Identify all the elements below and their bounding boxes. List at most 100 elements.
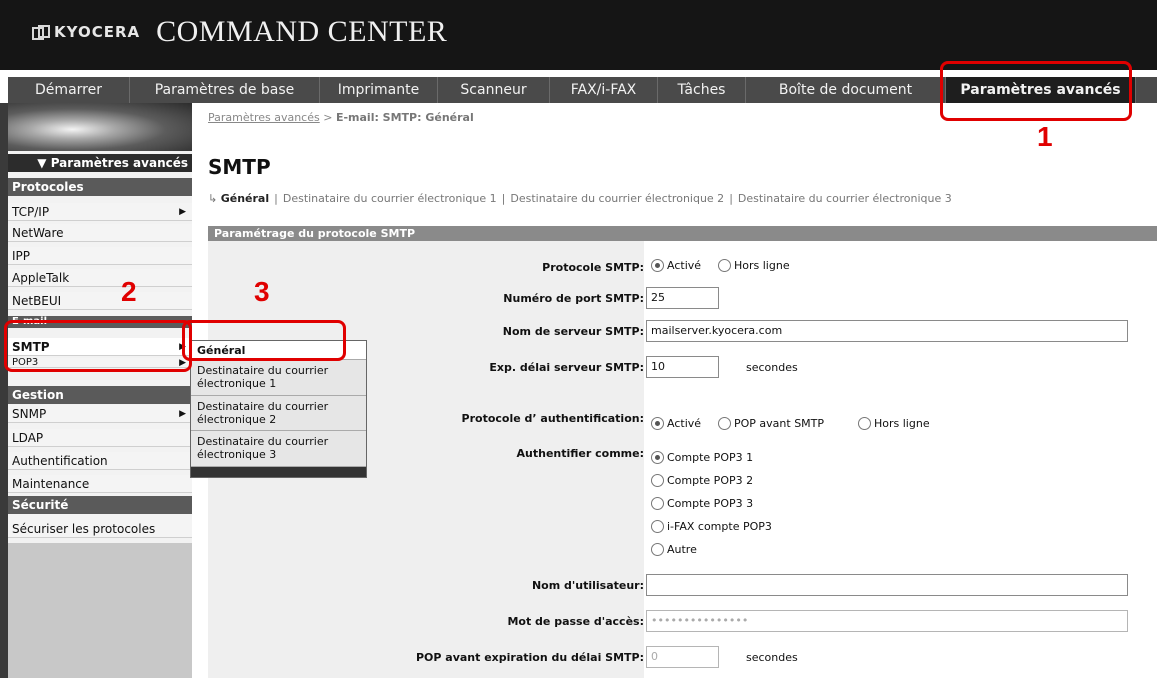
sidebar-item-maintenance[interactable]: Maintenance: [8, 475, 192, 493]
radio-unselected-icon: [718, 259, 731, 272]
radio-selected-icon: [651, 417, 664, 430]
radio-label: Activé: [667, 417, 702, 430]
auth-protocol-pop-before-smtp-radio[interactable]: POP avant SMTP: [718, 417, 824, 430]
radio-label: POP avant SMTP: [734, 417, 825, 430]
tab-fax-ifax[interactable]: FAX/i-FAX: [550, 77, 658, 103]
sidebar-item-label: TCP/IP: [12, 205, 50, 219]
breadcrumb-link[interactable]: Paramètres avancés: [208, 111, 320, 124]
breadcrumb-current: E-mail: SMTP: Général: [335, 111, 474, 124]
section-header: Paramétrage du protocole SMTP: [208, 226, 1157, 241]
tab-boite-de-document[interactable]: Boîte de document: [746, 77, 946, 103]
kyocera-logo: KYOCERA COMMAND CENTER: [32, 14, 447, 50]
app-header: KYOCERA COMMAND CENTER: [0, 0, 1157, 70]
radio-label: Autre: [667, 543, 697, 556]
radio-label: Compte POP3 3: [667, 497, 754, 510]
submenu-item-destinataire-3[interactable]: Destinataire du courrier électronique 3: [191, 431, 366, 467]
callout-number-1: 1: [1037, 121, 1053, 152]
username-label: Nom d'utilisateur:: [531, 579, 644, 592]
submenu-item-destinataire-1[interactable]: Destinataire du courrier électronique 1: [191, 360, 366, 396]
callout-number-3: 3: [254, 276, 270, 307]
radio-unselected-icon: [651, 474, 664, 487]
brand-name: KYOCERA: [54, 23, 141, 41]
sub-navigation: ↳ Général | Destinataire du courrier élect…: [208, 192, 952, 205]
sidebar-flower-image: [8, 103, 192, 151]
pop-before-smtp-timeout-input[interactable]: 0: [646, 646, 719, 668]
smtp-server-label: Nom de serveur SMTP:: [502, 325, 644, 338]
tab-taches[interactable]: Tâches: [658, 77, 746, 103]
submenu-arrow-icon: ▶: [179, 409, 186, 419]
auth-protocol-off-radio[interactable]: Hors ligne: [858, 417, 930, 430]
kyocera-logo-icon: [32, 25, 50, 40]
radio-selected-icon: [651, 259, 664, 272]
callout-box-3: [182, 320, 346, 361]
radio-label: Hors ligne: [734, 259, 790, 272]
smtp-port-input[interactable]: 25: [646, 287, 719, 309]
radio-unselected-icon: [651, 543, 664, 556]
sidebar-section-protocoles: Protocoles: [8, 178, 192, 196]
sidebar-item-snmp[interactable]: SNMP ▶: [8, 405, 192, 423]
radio-label: Hors ligne: [874, 417, 930, 430]
tab-imprimante[interactable]: Imprimante: [320, 77, 438, 103]
radio-unselected-icon: [651, 497, 664, 510]
sidebar-item-netbeui[interactable]: NetBEUI: [8, 292, 192, 310]
smtp-timeout-input[interactable]: 10: [646, 356, 719, 378]
radio-unselected-icon: [718, 417, 731, 430]
left-gutter: [0, 103, 8, 678]
radio-label: i-FAX compte POP3: [667, 520, 772, 533]
subnav-destinataire-3[interactable]: Destinataire du courrier électronique 3: [738, 192, 952, 205]
sidebar-item-netware[interactable]: NetWare: [8, 224, 192, 242]
auth-as-pop3-1-radio[interactable]: Compte POP3 1: [651, 451, 753, 464]
sidebar-item-appletalk[interactable]: AppleTalk: [8, 269, 192, 287]
tab-parametres-de-base[interactable]: Paramètres de base: [130, 77, 320, 103]
smtp-port-label: Numéro de port SMTP:: [503, 292, 644, 305]
subnav-arrow-icon: ↳: [208, 192, 221, 205]
radio-selected-icon: [651, 451, 664, 464]
auth-as-pop3-3-radio[interactable]: Compte POP3 3: [651, 497, 753, 510]
radio-unselected-icon: [651, 520, 664, 533]
page-title: SMTP: [208, 155, 271, 179]
auth-as-label: Authentifier comme:: [516, 447, 644, 460]
auth-protocol-on-radio[interactable]: Activé: [651, 417, 701, 430]
smtp-server-input[interactable]: mailserver.kyocera.com: [646, 320, 1128, 342]
submenu-arrow-icon: ▶: [179, 207, 186, 217]
smtp-protocol-on-radio[interactable]: Activé: [651, 259, 701, 272]
pop-before-smtp-timeout-unit: secondes: [746, 651, 798, 664]
submenu-bottom-bar: [191, 467, 366, 477]
sidebar-item-ldap[interactable]: LDAP: [8, 429, 192, 447]
username-input[interactable]: [646, 574, 1128, 596]
subnav-destinataire-1[interactable]: Destinataire du courrier électronique 1: [283, 192, 497, 205]
subnav-general[interactable]: Général: [221, 192, 269, 205]
sidebar-section-securite: Sécurité: [8, 496, 192, 514]
sidebar: ▼ Paramètres avancés Protocoles TCP/IP ▶ …: [8, 151, 192, 678]
password-input[interactable]: •••••••••••••••: [646, 610, 1128, 632]
radio-label: Compte POP3 2: [667, 474, 754, 487]
sidebar-item-ipp[interactable]: IPP: [8, 247, 192, 265]
smtp-protocol-off-radio[interactable]: Hors ligne: [718, 259, 790, 272]
radio-unselected-icon: [858, 417, 871, 430]
auth-as-other-radio[interactable]: Autre: [651, 543, 697, 556]
auth-as-ifax-pop3-radio[interactable]: i-FAX compte POP3: [651, 520, 772, 533]
smtp-timeout-unit: secondes: [746, 361, 798, 374]
subnav-separator: |: [274, 192, 278, 205]
breadcrumb-separator: >: [319, 111, 336, 124]
auth-protocol-label: Protocole d’ authentification:: [461, 412, 644, 425]
smtp-protocol-label: Protocole SMTP:: [542, 261, 644, 274]
sidebar-item-tcpip[interactable]: TCP/IP ▶: [8, 203, 192, 221]
submenu-item-destinataire-2[interactable]: Destinataire du courrier électronique 2: [191, 396, 366, 431]
auth-as-pop3-2-radio[interactable]: Compte POP3 2: [651, 474, 753, 487]
tab-demarrer[interactable]: Démarrer: [8, 77, 130, 103]
smtp-timeout-label: Exp. délai serveur SMTP:: [489, 361, 644, 374]
sidebar-item-authentification[interactable]: Authentification: [8, 452, 192, 470]
radio-label: Activé: [667, 259, 702, 272]
sidebar-item-securiser-protocoles[interactable]: Sécuriser les protocoles: [8, 520, 192, 538]
sidebar-section-gestion: Gestion: [8, 386, 192, 404]
tab-scanneur[interactable]: Scanneur: [438, 77, 550, 103]
callout-box-2: [4, 320, 192, 372]
breadcrumb: Paramètres avancés > E-mail: SMTP: Génér…: [208, 111, 474, 124]
radio-label: Compte POP3 1: [667, 451, 754, 464]
subnav-separator: |: [501, 192, 506, 205]
pop-before-smtp-timeout-label: POP avant expiration du délai SMTP:: [415, 651, 644, 664]
subnav-destinataire-2[interactable]: Destinataire du courrier électronique 2: [510, 192, 724, 205]
sidebar-header[interactable]: ▼ Paramètres avancés: [8, 154, 192, 172]
product-title: COMMAND CENTER: [156, 15, 448, 48]
